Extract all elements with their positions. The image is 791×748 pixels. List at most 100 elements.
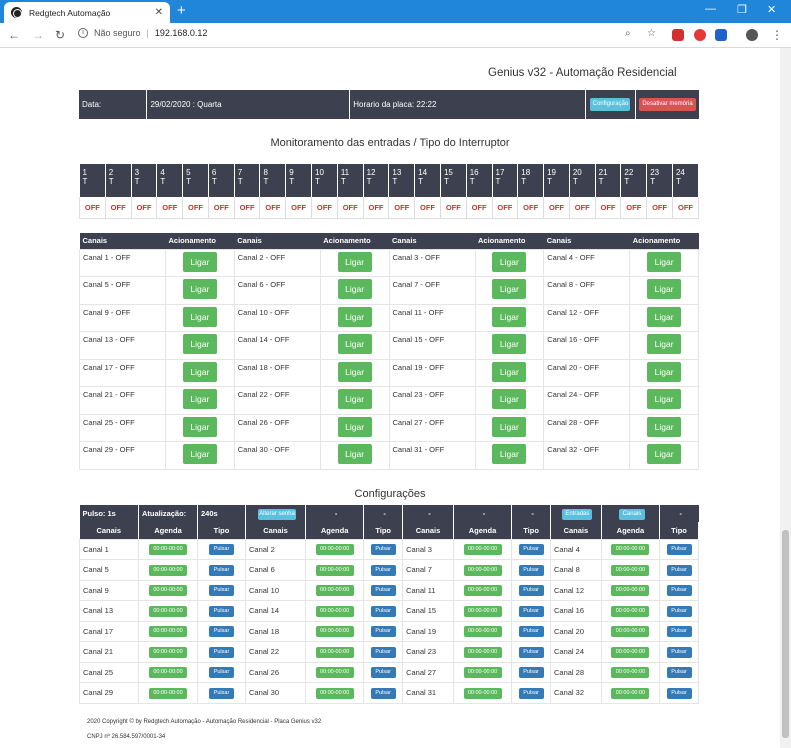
ligar-button[interactable]: Ligar [492,251,527,272]
ligar-button[interactable]: Ligar [492,416,527,437]
pulse-button[interactable]: Pulsar [666,626,692,638]
ligar-button[interactable]: Ligar [182,306,217,327]
schedule-button[interactable]: 00:00-00:00 [149,605,187,617]
schedule-button[interactable]: 00:00-00:00 [315,687,354,699]
pulse-button[interactable]: Pulsar [518,626,544,638]
schedule-button[interactable]: 00:00-00:00 [315,626,354,638]
pulse-button[interactable]: Pulsar [518,544,544,556]
pulse-button[interactable]: Pulsar [209,626,234,638]
change-password-button[interactable]: Alterar senha [258,508,296,520]
ligar-button[interactable]: Ligar [182,334,217,354]
pulse-button[interactable]: Pulsar [666,605,692,617]
info-icon[interactable]: i [78,28,88,38]
schedule-button[interactable]: 00:00-00:00 [463,585,502,597]
schedule-button[interactable]: 00:00-00:00 [315,605,354,617]
pulse-button[interactable]: Pulsar [209,585,234,597]
url-text[interactable]: 192.168.0.12 [155,28,208,38]
ligar-button[interactable]: Ligar [647,361,682,382]
schedule-button[interactable]: 00:00-00:00 [463,687,502,699]
pulse-button[interactable]: Pulsar [666,564,692,576]
pulse-button[interactable]: Pulsar [666,544,692,556]
browser-tab[interactable]: Redgtech Automação ✕ [4,2,170,23]
pulse-button[interactable]: Pulsar [370,646,396,658]
ligar-button[interactable]: Ligar [492,334,527,354]
pulse-button[interactable]: Pulsar [666,585,692,597]
menu-kebab-icon[interactable]: ⋮ [771,28,783,42]
tab-close-icon[interactable]: ✕ [155,7,163,18]
schedule-button[interactable]: 00:00-00:00 [463,667,502,679]
ligar-button[interactable]: Ligar [647,416,682,437]
pulse-button[interactable]: Pulsar [209,687,234,699]
schedule-button[interactable]: 00:00-00:00 [611,544,650,556]
pulse-button[interactable]: Pulsar [209,544,234,556]
ligar-button[interactable]: Ligar [182,361,217,382]
ligar-button[interactable]: Ligar [492,361,527,382]
profile-avatar-icon[interactable] [746,29,758,41]
schedule-button[interactable]: 00:00-00:00 [315,646,354,658]
pulse-button[interactable]: Pulsar [518,687,544,699]
zoom-icon[interactable]: ⌕ [625,28,631,39]
schedule-button[interactable]: 00:00-00:00 [149,687,187,699]
forward-arrow-icon[interactable]: → [32,28,44,42]
ligar-button[interactable]: Ligar [182,389,217,409]
ligar-button[interactable]: Ligar [337,416,372,437]
channels-config-button[interactable]: Canais [618,508,645,520]
schedule-button[interactable]: 00:00-00:00 [315,544,354,556]
pulse-button[interactable]: Pulsar [370,605,396,617]
schedule-button[interactable]: 00:00-00:00 [315,585,354,597]
ligar-button[interactable]: Ligar [647,306,682,327]
page-scrollbar[interactable] [780,48,791,748]
back-arrow-icon[interactable]: ← [8,28,20,42]
pulse-button[interactable]: Pulsar [209,564,234,576]
schedule-button[interactable]: 00:00-00:00 [149,646,187,658]
schedule-button[interactable]: 00:00-00:00 [611,667,650,679]
ligar-button[interactable]: Ligar [337,389,372,409]
pulse-button[interactable]: Pulsar [209,605,234,617]
schedule-button[interactable]: 00:00-00:00 [611,585,650,597]
config-button[interactable]: Configuração [590,98,631,111]
pulse-button[interactable]: Pulsar [370,585,396,597]
schedule-button[interactable]: 00:00-00:00 [315,667,354,679]
pulse-button[interactable]: Pulsar [518,667,544,679]
extension-abp-icon[interactable] [694,29,706,41]
pulse-button[interactable]: Pulsar [518,564,544,576]
schedule-button[interactable]: 00:00-00:00 [149,585,187,597]
ligar-button[interactable]: Ligar [492,389,527,409]
ligar-button[interactable]: Ligar [647,251,682,272]
extension-blue-icon[interactable] [715,29,727,41]
pulse-button[interactable]: Pulsar [518,646,544,658]
ligar-button[interactable]: Ligar [492,279,527,299]
ligar-button[interactable]: Ligar [182,279,217,299]
reload-icon[interactable]: ↻ [55,28,65,42]
schedule-button[interactable]: 00:00-00:00 [611,687,650,699]
schedule-button[interactable]: 00:00-00:00 [463,605,502,617]
pulse-button[interactable]: Pulsar [666,646,692,658]
ligar-button[interactable]: Ligar [647,334,682,354]
ligar-button[interactable]: Ligar [337,361,372,382]
ligar-button[interactable]: Ligar [182,444,217,464]
pulse-button[interactable]: Pulsar [370,667,396,679]
pulse-button[interactable]: Pulsar [518,605,544,617]
pulse-button[interactable]: Pulsar [370,544,396,556]
clear-memory-button[interactable]: Desativar memória [639,98,696,111]
ligar-button[interactable]: Ligar [647,444,682,464]
schedule-button[interactable]: 00:00-00:00 [315,564,354,576]
minimize-icon[interactable]: — [705,3,716,15]
schedule-button[interactable]: 00:00-00:00 [149,667,187,679]
schedule-button[interactable]: 00:00-00:00 [463,626,502,638]
schedule-button[interactable]: 00:00-00:00 [463,564,502,576]
pulse-button[interactable]: Pulsar [666,667,692,679]
pulse-button[interactable]: Pulsar [209,667,234,679]
schedule-button[interactable]: 00:00-00:00 [611,626,650,638]
pulse-button[interactable]: Pulsar [370,626,396,638]
new-tab-plus-icon[interactable]: + [177,3,186,19]
schedule-button[interactable]: 00:00-00:00 [611,605,650,617]
pulse-button[interactable]: Pulsar [370,564,396,576]
pulse-button[interactable]: Pulsar [370,687,396,699]
ligar-button[interactable]: Ligar [492,444,527,464]
ligar-button[interactable]: Ligar [337,444,372,464]
ligar-button[interactable]: Ligar [182,416,217,437]
window-close-icon[interactable]: ✕ [767,3,776,16]
scrollbar-thumb[interactable] [782,530,789,738]
ligar-button[interactable]: Ligar [337,279,372,299]
